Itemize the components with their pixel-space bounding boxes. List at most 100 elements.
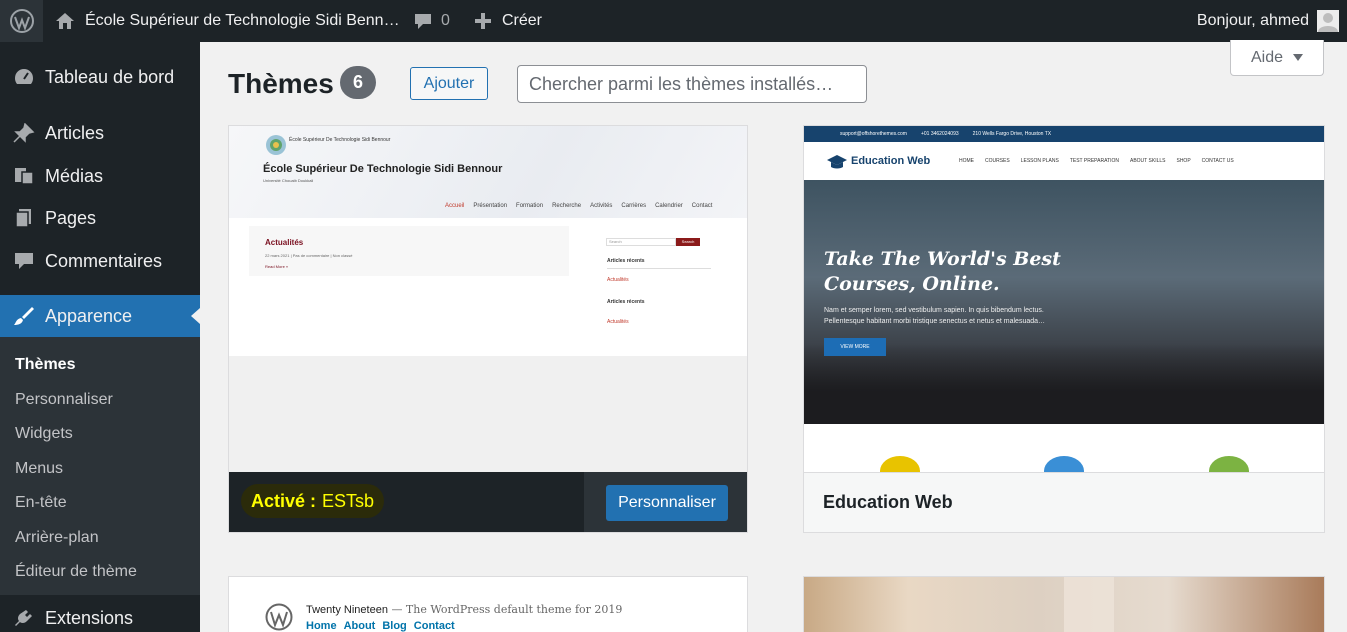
theme-name: Education Web (823, 492, 953, 512)
comment-icon (415, 14, 431, 29)
sidebar-item-medias[interactable]: Médias (0, 155, 200, 197)
preview-hero: Take The World's Best Courses, Online. N… (804, 180, 1324, 424)
preview-nav-item: About (343, 620, 376, 632)
admin-sidebar: Tableau de bord Articles Médias Pages Co… (0, 42, 200, 632)
preview-nav-item: Formation (516, 203, 544, 209)
submenu-item-widgets[interactable]: Widgets (15, 425, 73, 443)
preview-nav-item: LESSON PLANS (1020, 158, 1059, 164)
wordpress-logo-icon[interactable] (0, 0, 43, 42)
add-theme-button[interactable]: Ajouter (410, 67, 488, 100)
preview-nav-item: TEST PREPARATION (1069, 158, 1119, 164)
preview-logo-text: École Supérieur De Technologie Sidi Benn… (289, 137, 391, 143)
preview-site-tagline: — The WordPress default theme for 2019 (391, 603, 623, 616)
plus-icon (475, 13, 491, 29)
theme-card-twenty-nineteen[interactable]: Twenty Nineteen — The WordPress default … (228, 576, 748, 632)
avatar (1317, 10, 1339, 32)
preview-nav-item: Activités (590, 203, 613, 209)
help-label: Aide (1250, 48, 1284, 66)
theme-screenshot[interactable]: support@offshorethemes.com +01 346202409… (804, 126, 1324, 472)
preview-headline-line: Take The World's Best (824, 248, 1061, 270)
preview-nav-item: HOME (959, 158, 974, 164)
media-icon (0, 166, 45, 186)
preview-search-button: Search (676, 238, 700, 246)
preview-navbar: Education Web HOME COURSES LESSON PLANS … (804, 142, 1324, 180)
dashboard-icon (0, 67, 45, 87)
comment-icon (0, 251, 45, 271)
preview-nav-item: Home (306, 620, 337, 632)
wordpress-logo-icon (265, 603, 293, 631)
help-tab-button[interactable]: Aide (1230, 40, 1324, 76)
main-content: Thèmes 6 Ajouter Aide École Supérieur De… (200, 40, 1347, 632)
preview-hero-text-line: Nam et semper lorem, sed vestibulum sapi… (824, 307, 1044, 314)
preview-nav-item: COURSES (985, 158, 1010, 164)
theme-card-education-web[interactable]: support@offshorethemes.com +01 346202409… (803, 125, 1325, 533)
create-label: Créer (502, 12, 543, 29)
submenu-item-en-tete[interactable]: En-tête (15, 494, 67, 512)
sidebar-item-label: Tableau de bord (45, 66, 175, 87)
preview-site-tagline: Université Chouaib Doukkali (263, 178, 314, 183)
sidebar-item-label: Apparence (45, 305, 133, 326)
pin-icon (0, 123, 45, 143)
sidebar-item-label: Médias (45, 165, 104, 186)
sidebar-item-articles[interactable]: Articles (0, 112, 200, 154)
appearance-submenu: Thèmes Personnaliser Widgets Menus En-tê… (0, 337, 200, 595)
preview-nav-item: SHOP (1176, 158, 1191, 164)
active-theme-label: Activé : ESTsb (241, 484, 385, 518)
preview-widget-title: Articles récents (607, 299, 645, 305)
sidebar-item-label: Commentaires (45, 250, 163, 271)
theme-card-photo[interactable] (803, 576, 1325, 632)
preview-nav-item: Accueil (445, 203, 465, 209)
comments-count: 0 (441, 12, 450, 29)
preview-nav-item: Carrières (621, 203, 647, 209)
preview-site-title: École Supérieur De Technologie Sidi Benn… (263, 163, 503, 175)
home-icon (56, 13, 74, 29)
preview-site-title: Twenty Nineteen (306, 604, 388, 616)
sidebar-item-commentaires[interactable]: Commentaires (0, 240, 200, 282)
preview-nav-item: Contact (691, 203, 713, 209)
preview-nav-item: Calendrier (655, 203, 683, 209)
sidebar-item-label: Articles (45, 122, 105, 143)
graduation-cap-icon (827, 155, 847, 169)
school-logo-icon (266, 135, 286, 155)
site-name: École Supérieur de Technologie Sidi Benn… (85, 12, 400, 29)
preview-widget-item: Actualités (607, 319, 629, 325)
preview-hero-text: Nam et semper lorem, sed vestibulum sapi… (824, 305, 1084, 327)
theme-search-input[interactable] (517, 65, 867, 103)
sidebar-item-dashboard[interactable]: Tableau de bord (0, 56, 200, 98)
preview-hero-text-line: Pellentesque habitant morbi tristique se… (824, 318, 1046, 325)
preview-nav-item: ABOUT SKILLS (1130, 158, 1166, 164)
theme-count-badge: 6 (340, 66, 376, 99)
submenu-item-theme-editor[interactable]: Éditeur de thème (15, 563, 137, 581)
theme-screenshot[interactable]: École Supérieur De Technologie Sidi Benn… (229, 126, 747, 472)
preview-nav-item: CONTACT US (1201, 158, 1234, 164)
customize-button[interactable]: Personnaliser (606, 485, 728, 521)
preview-nav: Accueil Présentation Formation Recherche… (445, 203, 712, 209)
submenu-item-arriere-plan[interactable]: Arrière-plan (15, 529, 99, 547)
preview-widget-item: Actualités (607, 277, 629, 283)
comments-link[interactable]: 0 (413, 0, 450, 42)
preview-widget-title: Articles récents (607, 258, 645, 264)
site-name-link[interactable]: École Supérieur de Technologie Sidi Benn… (55, 0, 400, 42)
sidebar-item-extensions[interactable]: Extensions (0, 597, 200, 632)
preview-meta: 22 mars 2021 | Pas de commentaire | Non … (265, 253, 353, 258)
preview-topbar: support@offshorethemes.com +01 346202409… (804, 126, 1324, 142)
active-prefix: Activé : (251, 490, 317, 511)
submenu-item-themes[interactable]: Thèmes (15, 356, 75, 374)
theme-card-estsb[interactable]: École Supérieur De Technologie Sidi Benn… (228, 125, 748, 533)
submenu-item-personnaliser[interactable]: Personnaliser (15, 391, 113, 409)
user-account-menu[interactable]: Bonjour, ahmed (1197, 0, 1339, 42)
sidebar-item-label: Pages (45, 207, 97, 228)
sidebar-item-apparence[interactable]: Apparence (0, 295, 200, 337)
submenu-item-menus[interactable]: Menus (15, 460, 63, 478)
caret-down-icon (1293, 53, 1304, 61)
sidebar-item-pages[interactable]: Pages (0, 197, 200, 239)
pages-icon (0, 208, 45, 228)
active-theme-name: ESTsb (322, 490, 375, 511)
create-new-link[interactable]: Créer (474, 0, 542, 42)
admin-bar: École Supérieur de Technologie Sidi Benn… (0, 0, 1347, 42)
greeting-text: Bonjour, ahmed (1196, 12, 1309, 29)
preview-body: Actualités 22 mars 2021 | Pas de comment… (229, 218, 747, 356)
preview-read-more: Read More » (265, 264, 289, 269)
preview-nav-item: Contact (413, 620, 455, 632)
preview-headline: Take The World's Best Courses, Online. (824, 247, 1061, 297)
